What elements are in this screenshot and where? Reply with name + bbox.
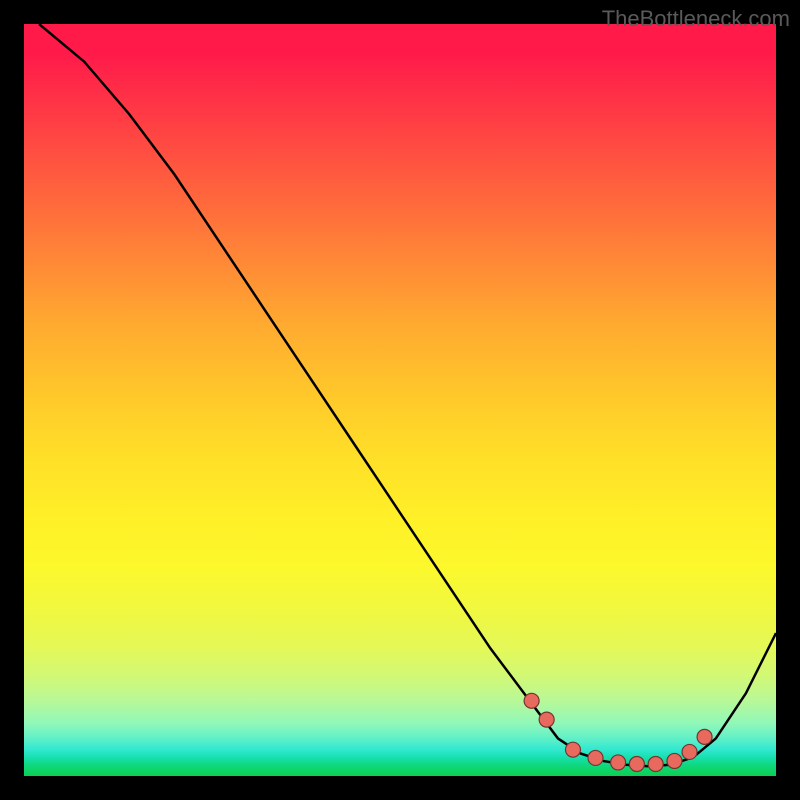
highlight-dot-icon <box>629 756 644 771</box>
highlight-dot-icon <box>697 729 712 744</box>
highlight-dot-icon <box>588 750 603 765</box>
watermark-text: TheBottleneck.com <box>602 6 790 32</box>
highlight-dot-icon <box>524 693 539 708</box>
highlight-dot-icon <box>539 712 554 727</box>
highlight-dot-icon <box>611 755 626 770</box>
plot-area <box>24 24 776 776</box>
bottleneck-curve-line <box>39 24 776 766</box>
highlight-dot-icon <box>682 744 697 759</box>
chart-svg <box>24 24 776 776</box>
highlight-dot-icon <box>667 753 682 768</box>
highlight-dot-icon <box>648 756 663 771</box>
highlight-dot-icon <box>565 742 580 757</box>
